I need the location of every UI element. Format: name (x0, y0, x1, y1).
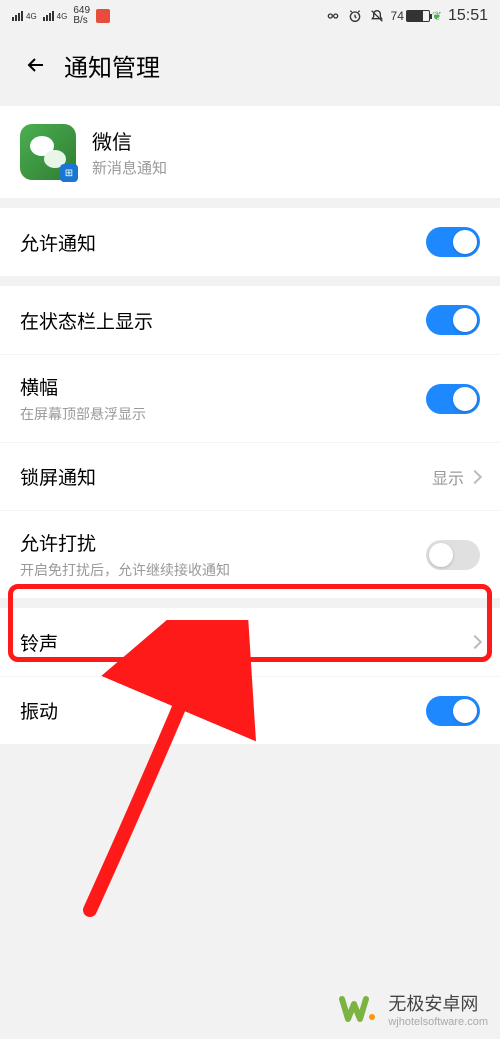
back-button[interactable] (16, 45, 56, 85)
watermark-url: wjhotelsoftware.com (388, 1016, 488, 1028)
row-allow-notifications[interactable]: 允许通知 (0, 208, 500, 276)
page-header: 通知管理 (0, 32, 500, 98)
clock: 15:51 (448, 7, 488, 25)
battery-indicator: 74 ❦ (391, 9, 442, 23)
leaf-icon: ❦ (432, 9, 442, 23)
row-statusbar[interactable]: 在状态栏上显示 (0, 286, 500, 354)
wechat-app-icon: ⊞ (20, 124, 76, 180)
ringtone-label: 铃声 (20, 629, 58, 656)
toggle-statusbar[interactable] (426, 305, 480, 335)
toggle-allow[interactable] (426, 227, 480, 257)
watermark-logo-icon (338, 989, 378, 1029)
app-indicator-icon (96, 9, 110, 23)
eye-icon (325, 8, 341, 24)
chevron-right-icon (468, 469, 482, 483)
signal-2-icon: 4G (43, 11, 68, 21)
toggle-banner[interactable] (426, 384, 480, 414)
chevron-right-icon (468, 635, 482, 649)
app-subtitle: 新消息通知 (92, 157, 167, 178)
arrow-left-icon (24, 53, 48, 77)
toggle-dnd[interactable] (426, 540, 480, 570)
banner-label: 横幅 (20, 373, 146, 400)
status-bar: 4G 4G 649 B/s 74 ❦ 15:51 (0, 0, 500, 32)
page-title: 通知管理 (64, 48, 160, 83)
app-name: 微信 (92, 126, 167, 155)
lockscreen-label: 锁屏通知 (20, 463, 96, 490)
watermark-text: 无极安卓网 (388, 990, 478, 1016)
vibrate-label: 振动 (20, 697, 58, 724)
statusbar-label: 在状态栏上显示 (20, 307, 153, 334)
lockscreen-value: 显示 (432, 465, 464, 489)
app-info-section: ⊞ 微信 新消息通知 (0, 106, 500, 208)
row-dnd[interactable]: 允许打扰 开启免打扰后，允许继续接收通知 (0, 510, 500, 598)
status-right: 74 ❦ 15:51 (325, 7, 488, 25)
alarm-icon (347, 8, 363, 24)
toggle-vibrate[interactable] (426, 696, 480, 726)
row-banner[interactable]: 横幅 在屏幕顶部悬浮显示 (0, 354, 500, 442)
banner-sub: 在屏幕顶部悬浮显示 (20, 404, 146, 424)
dnd-sub: 开启免打扰后，允许继续接收通知 (20, 560, 230, 580)
row-ringtone[interactable]: 铃声 (0, 608, 500, 676)
badge-icon: ⊞ (60, 164, 78, 182)
mute-icon (369, 8, 385, 24)
signal-1-icon: 4G (12, 11, 37, 21)
dnd-label: 允许打扰 (20, 529, 230, 556)
row-vibrate[interactable]: 振动 (0, 676, 500, 744)
row-lockscreen[interactable]: 锁屏通知 显示 (0, 442, 500, 510)
network-speed: 649 B/s (73, 6, 90, 26)
status-left: 4G 4G 649 B/s (12, 6, 110, 26)
allow-label: 允许通知 (20, 229, 96, 256)
watermark: 无极安卓网 wjhotelsoftware.com (338, 989, 488, 1029)
